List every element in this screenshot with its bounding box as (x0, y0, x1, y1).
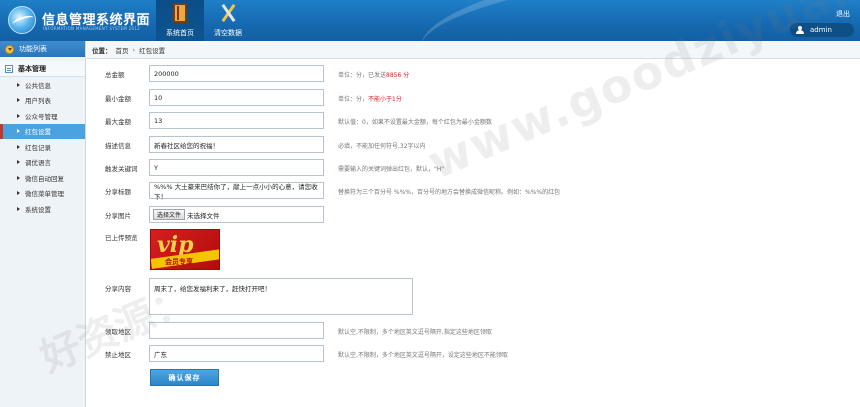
sidebar-item-label: 公众号管理 (25, 112, 58, 121)
total-label: 总金额 (105, 70, 125, 79)
forbid-region-input[interactable]: 广东 (149, 345, 324, 362)
caret-right-icon (17, 175, 20, 180)
top-nav: 系统首页 清空数据 (156, 0, 252, 41)
sidebar-item-label: 系统设置 (25, 205, 51, 214)
description-input[interactable]: 新春社区给您的祝福！ (149, 136, 324, 153)
desc-label: 描述信息 (105, 141, 131, 150)
total-hint: 单位：分，已发送8856 分 (338, 70, 409, 79)
sidebar-item[interactable]: 公众号管理 (0, 108, 85, 124)
breadcrumb-label: 位置： (92, 46, 112, 55)
row-total: 总金额 200000 (105, 65, 324, 82)
sidebar-item-label: 微信自动回复 (25, 174, 64, 183)
sidebar-header: 功能列表 (0, 41, 85, 57)
row-share-title: 分享标题 %%% 大土豪来巴结你了，献上一点小小的心意，请您收下！ (105, 182, 324, 201)
share-image-label: 分享图片 (105, 211, 131, 220)
caret-right-icon (17, 82, 20, 87)
sidebar-item[interactable]: 调优语言 (0, 155, 85, 171)
sidebar-item-label: 红包记录 (25, 143, 51, 152)
total-hint-sent: 8856 分 (386, 72, 410, 79)
row-max: 最大金额 13 (105, 112, 324, 129)
uploaded-label: 已上传预览 (105, 234, 138, 242)
book-icon (173, 3, 187, 23)
row-uploaded: 已上传预览 (105, 232, 149, 242)
min-label: 最小金额 (105, 94, 131, 103)
keyword-hint: 需要输入的关键词弹出红包，默认，"H" (338, 166, 445, 173)
vip-image-subtext: 会员专享 (165, 258, 193, 266)
sidebar-group-label: 基本管理 (18, 64, 46, 73)
sidebar-header-label: 功能列表 (19, 45, 47, 53)
breadcrumb-home[interactable]: 首页 (116, 45, 129, 55)
max-label: 最大金额 (105, 117, 131, 126)
sidebar-item-label: 调优语言 (25, 159, 51, 168)
caret-right-icon (17, 206, 20, 211)
row-share-image: 分享图片 选择文件 未选择文件 (105, 206, 324, 223)
sidebar-item-label: 微信菜单管理 (25, 190, 64, 199)
total-hint-text: 单位：分，已发送 (338, 72, 387, 79)
sidebar-item[interactable]: 红包记录 (0, 139, 85, 155)
collapse-icon[interactable] (5, 44, 14, 54)
save-button[interactable]: 确认保存 (150, 369, 219, 386)
list-icon (5, 64, 13, 73)
share-title-label: 分享标题 (105, 187, 131, 196)
sidebar-item-label: 用户列表 (25, 97, 51, 106)
vip-preview-image: vip 会员专享 (150, 229, 220, 270)
total-amount-input[interactable]: 200000 (149, 65, 324, 82)
sidebar-item-label: 公共信息 (25, 81, 51, 90)
app-subtitle: INFORMATION MANAGEMENT SYSTEM 2012 (43, 26, 141, 31)
min-hint: 单位：分，不能小于1分 (338, 94, 402, 103)
sidebar-item[interactable]: 用户列表 (0, 93, 85, 109)
choose-file-button[interactable]: 选择文件 (153, 209, 186, 220)
tools-icon (218, 3, 238, 23)
sidebar-item-label: 红包设置 (25, 128, 51, 137)
keyword-input[interactable]: Y (149, 159, 324, 176)
row-desc: 描述信息 新春社区给您的祝福！ (105, 136, 324, 153)
caret-right-icon (17, 160, 20, 165)
forbid-hint: 默认空,不限制，多个地区英文逗号隔开，设定这些地区不能领取 (338, 352, 508, 359)
caret-right-icon (17, 191, 20, 196)
caret-right-icon (17, 129, 20, 134)
desc-hint: 必填，不能加任何符号,32字以内 (338, 143, 426, 150)
nav-home[interactable]: 系统首页 (156, 0, 204, 41)
min-hint-warning: 不能小于1分 (368, 96, 402, 103)
sidebar-group-basic[interactable]: 基本管理 (0, 61, 85, 77)
min-amount-input[interactable]: 10 (149, 89, 324, 106)
row-keyword: 触发关键词 Y (105, 159, 324, 176)
breadcrumb-current: 红包设置 (139, 46, 166, 55)
sidebar-item[interactable]: 微信菜单管理 (0, 186, 85, 202)
min-hint-text: 单位：分， (338, 96, 369, 103)
max-amount-input[interactable]: 13 (149, 112, 324, 129)
sidebar-item[interactable]: 微信自动回复 (0, 170, 85, 186)
caret-right-icon (17, 98, 20, 103)
share-title-hint: 替换符为三个百分号 %%%，百分号的地方会替换成微信昵称。例如：%%%的红包 (338, 189, 561, 196)
share-image-file-input: 选择文件 未选择文件 (149, 206, 324, 223)
caret-right-icon (17, 144, 20, 149)
row-min: 最小金额 10 (105, 89, 324, 106)
nav-home-label: 系统首页 (166, 29, 194, 37)
sidebar-item[interactable]: 公共信息 (0, 77, 85, 93)
sidebar-item[interactable]: 系统设置 (0, 201, 85, 217)
sidebar-items: 公共信息用户列表公众号管理红包设置红包记录调优语言微信自动回复 微信菜单管理 系统设… (0, 77, 85, 217)
breadcrumb-separator: › (132, 45, 136, 54)
region-hint: 默认空,不限制，多个地区英文逗号隔开,指定这些地区领取 (338, 329, 492, 336)
share-title-input[interactable]: %%% 大土豪来巴结你了，献上一点小小的心意，请您收下！ (149, 182, 324, 201)
caret-right-icon (17, 113, 20, 118)
nav-clear-label: 清空数据 (214, 29, 242, 37)
sidebar-item[interactable]: 红包设置 (0, 123, 85, 139)
nav-clear-data[interactable]: 清空数据 (204, 0, 252, 41)
globe-logo-icon (8, 6, 36, 34)
file-status: 未选择文件 (187, 211, 220, 220)
keyword-label: 触发关键词 (105, 164, 138, 173)
row-forbid: 禁止地区 广东 (105, 345, 324, 362)
